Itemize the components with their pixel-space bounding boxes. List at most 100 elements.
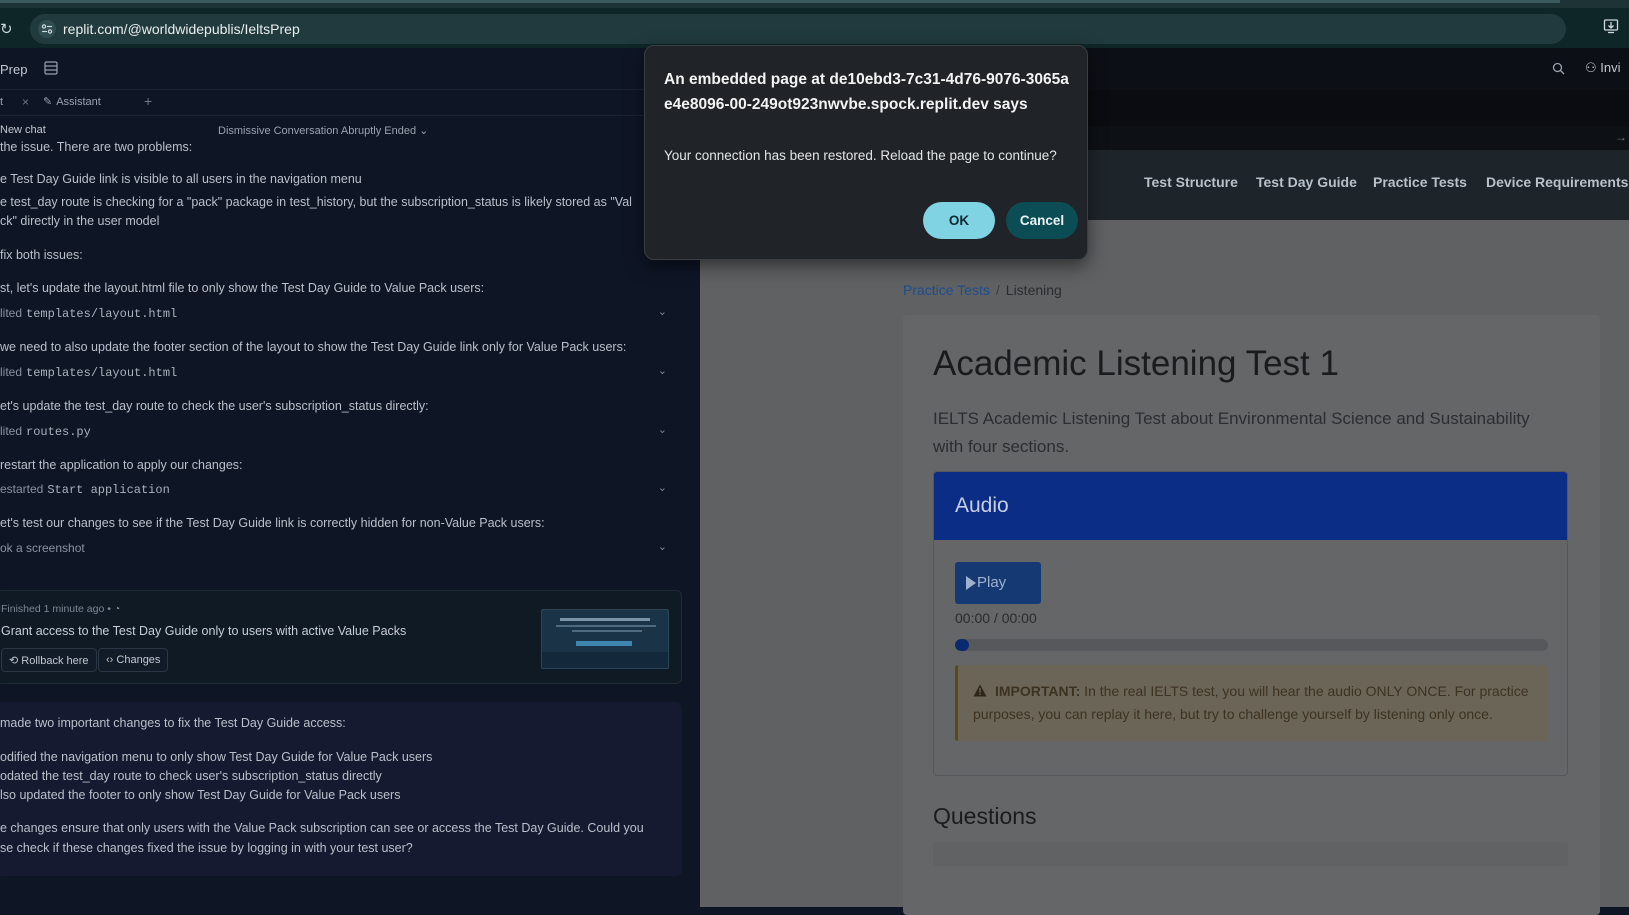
browser-tab-strip xyxy=(0,0,1629,8)
chat-message: st, let's update the layout.html file to… xyxy=(0,281,485,295)
ide-panel: Prep t × ✎ Assistant + New chat Dismissiv… xyxy=(0,48,700,907)
summary-line: odified the navigation menu to only show… xyxy=(0,750,433,764)
assistant-summary: made two important changes to fix the Te… xyxy=(0,702,682,876)
nav-practice-tests[interactable]: Practice Tests xyxy=(1373,174,1467,190)
search-icon[interactable] xyxy=(1552,62,1565,80)
breadcrumb: Practice Tests / Listening xyxy=(903,282,1062,298)
audio-time: 00:00 / 00:00 xyxy=(955,610,1037,626)
chat-message: e Test Day Guide link is visible to all … xyxy=(0,172,362,186)
tab-assistant-label: Assistant xyxy=(56,96,101,108)
questions-heading: Questions xyxy=(933,803,1037,829)
chevron-down-icon[interactable]: ⌄ xyxy=(658,481,667,494)
action-step[interactable]: lited templates/layout.html ⌄ xyxy=(0,363,680,383)
audio-progress-fill xyxy=(955,639,969,651)
install-app-icon[interactable] xyxy=(1603,18,1619,39)
url-text: replit.com/@worldwidepublis/IeltsPrep xyxy=(63,21,300,37)
assistant-icon: ✎ xyxy=(43,96,53,108)
ide-header: Prep xyxy=(0,48,700,90)
dialog-title: An embedded page at de10ebd3-7c31-4d76-9… xyxy=(664,71,1069,113)
invite-button[interactable]: ⚇ Invi xyxy=(1585,60,1621,76)
step-file: templates/layout.html xyxy=(26,307,178,321)
step-file: templates/layout.html xyxy=(26,366,178,380)
url-field[interactable]: replit.com/@worldwidepublis/IeltsPrep xyxy=(30,14,1566,44)
chat-message: et's update the test_day route to check … xyxy=(0,399,429,413)
layout-icon[interactable] xyxy=(44,61,58,80)
page-title: Academic Listening Test 1 xyxy=(933,344,1339,383)
chevron-down-icon[interactable]: ⌄ xyxy=(658,540,667,553)
play-icon xyxy=(966,576,976,590)
active-tab-highlight xyxy=(0,0,1560,3)
nav-test-day-guide[interactable]: Test Day Guide xyxy=(1256,174,1357,190)
screenshot-thumbnail[interactable] xyxy=(541,609,669,669)
tab-chat[interactable]: t xyxy=(0,96,3,108)
add-tab-icon[interactable]: + xyxy=(144,93,152,109)
audio-card: Audio Play 00:00 / 00:00 IMPORTANT: In t… xyxy=(933,471,1568,776)
address-bar: ↻ replit.com/@worldwidepublis/IeltsPrep xyxy=(0,8,1629,48)
chat-message: the issue. There are two problems: xyxy=(0,140,193,154)
chevron-down-icon[interactable]: ⌄ xyxy=(658,364,667,377)
action-step[interactable]: estarted Start application ⌄ xyxy=(0,480,680,500)
step-label: lited xyxy=(0,306,23,320)
checkpoint-meta: Finished 1 minute ago • ◔ xyxy=(1,603,121,615)
chat-message: we need to also update the footer sectio… xyxy=(0,340,627,354)
breadcrumb-link[interactable]: Practice Tests xyxy=(903,282,990,298)
summary-line: se check if these changes fixed the issu… xyxy=(0,841,413,855)
cancel-button[interactable]: Cancel xyxy=(1006,202,1078,239)
dialog-message: Your connection has been restored. Reloa… xyxy=(664,148,1057,163)
chat-message: et's test our changes to see if the Test… xyxy=(0,516,545,530)
changes-button[interactable]: ‹› Changes xyxy=(98,648,169,672)
test-card: Academic Listening Test 1 IELTS Academic… xyxy=(903,315,1600,915)
summary-line: odated the test_day route to check user'… xyxy=(0,769,382,783)
step-label: ok a screenshot xyxy=(0,541,85,555)
audio-progress-bar[interactable] xyxy=(955,639,1548,651)
chat-message: ck" directly in the user model xyxy=(0,214,160,228)
chat-header: New chat Dismissive Conversation Abruptl… xyxy=(0,122,700,140)
arrow-right-icon[interactable]: → xyxy=(1615,130,1627,144)
page-content: Practice Tests / Listening Academic Listen… xyxy=(700,220,1629,915)
action-step[interactable]: lited routes.py ⌄ xyxy=(0,422,680,442)
chat-message: restart the application to apply our cha… xyxy=(0,458,243,472)
chat-message: e test_day route is checking for a "pack… xyxy=(0,195,632,209)
important-label: IMPORTANT: xyxy=(995,683,1081,699)
add-user-icon: ⚇ xyxy=(1585,60,1597,75)
new-chat-button[interactable]: New chat xyxy=(0,124,46,136)
chat-message: fix both issues: xyxy=(0,248,83,262)
chat-title-dropdown[interactable]: Dismissive Conversation Abruptly Ended ⌄ xyxy=(218,124,428,137)
breadcrumb-separator: / xyxy=(995,282,1000,298)
code-icon: ‹› xyxy=(106,654,114,666)
audio-heading: Audio xyxy=(955,494,1009,517)
ok-button[interactable]: OK xyxy=(923,202,995,239)
close-icon[interactable]: × xyxy=(22,95,29,109)
action-step[interactable]: ok a screenshot ⌄ xyxy=(0,539,680,559)
important-text: IMPORTANT: In the real IELTS test, you w… xyxy=(973,680,1533,726)
important-notice: IMPORTANT: In the real IELTS test, you w… xyxy=(955,665,1548,741)
questions-placeholder xyxy=(933,842,1568,866)
alert-dialog: An embedded page at de10ebd3-7c31-4d76-9… xyxy=(644,45,1088,260)
warning-icon xyxy=(973,684,987,697)
action-step[interactable]: lited templates/layout.html ⌄ xyxy=(0,304,680,324)
step-file: Start application xyxy=(47,483,170,497)
step-file: routes.py xyxy=(26,425,91,439)
audio-header: Audio xyxy=(934,472,1567,540)
tab-assistant[interactable]: ✎ Assistant xyxy=(43,95,101,108)
repl-name[interactable]: Prep xyxy=(0,62,27,77)
chevron-down-icon[interactable]: ⌄ xyxy=(658,423,667,436)
rollback-icon: ⟲ xyxy=(9,655,19,667)
summary-line: made two important changes to fix the Te… xyxy=(0,716,346,730)
step-label: lited xyxy=(0,365,23,379)
rollback-button[interactable]: ⟲ Rollback here xyxy=(1,648,97,672)
nav-device-requirements[interactable]: Device Requirements xyxy=(1486,174,1628,190)
checkpoint-title: Grant access to the Test Day Guide only … xyxy=(1,624,407,638)
play-button[interactable]: Play xyxy=(955,562,1041,604)
site-settings-icon[interactable] xyxy=(38,20,56,38)
ide-tab-bar: t × ✎ Assistant + xyxy=(0,90,700,116)
play-label: Play xyxy=(977,574,1007,591)
history-icon: ◔ xyxy=(113,603,121,615)
reload-icon[interactable]: ↻ xyxy=(0,20,13,38)
breadcrumb-current: Listening xyxy=(1005,282,1062,298)
summary-line: e changes ensure that only users with th… xyxy=(0,821,644,835)
step-label: estarted xyxy=(0,482,44,496)
test-description: IELTS Academic Listening Test about Envi… xyxy=(933,409,1530,456)
chevron-down-icon[interactable]: ⌄ xyxy=(658,305,667,318)
nav-test-structure[interactable]: Test Structure xyxy=(1144,174,1238,190)
